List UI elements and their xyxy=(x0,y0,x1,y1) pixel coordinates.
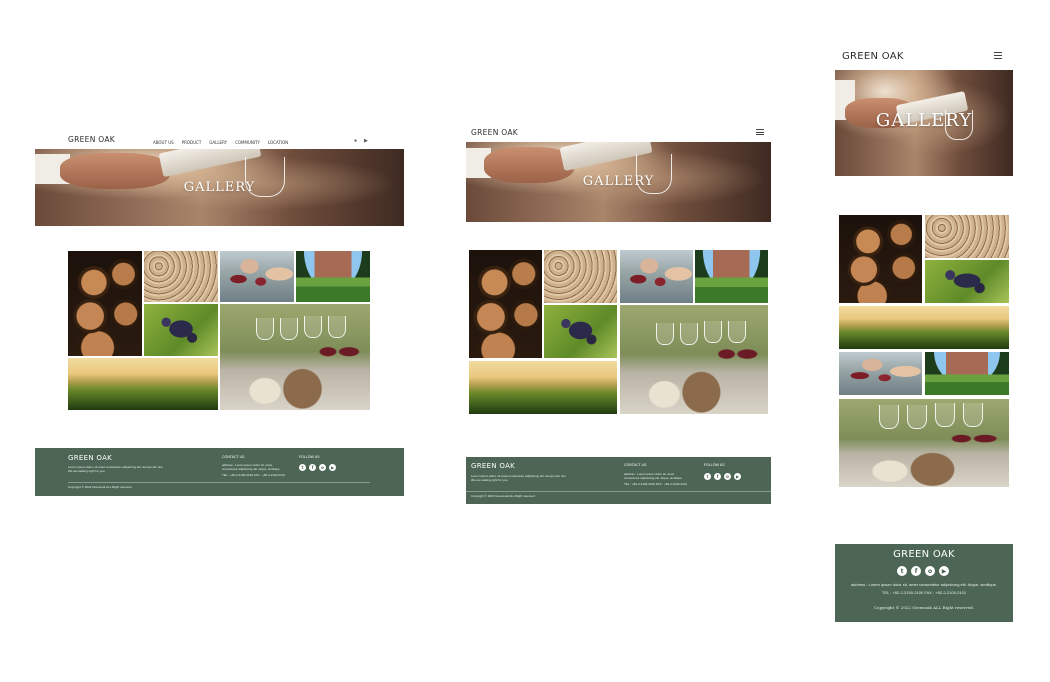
gallery-image-corks[interactable] xyxy=(144,251,218,302)
mobile-mockup: GREEN OAK GALLERY GREEN OAK t f o ▶ addr… xyxy=(835,44,1013,624)
gallery-image-people-toasting[interactable] xyxy=(839,352,922,395)
instagram-icon[interactable]: o xyxy=(319,464,326,471)
youtube-icon[interactable]: ▶ xyxy=(734,473,741,480)
contact-address-line2: consectetur adipisicing elit. Atque, sim… xyxy=(222,467,281,471)
brand-logo[interactable]: GREEN OAK xyxy=(68,135,115,144)
desktop-mockup: GREEN OAK ABOUT US PRODUCT GALLERY COMMU… xyxy=(35,128,404,498)
youtube-icon[interactable]: ▶ xyxy=(939,566,949,576)
contact-address-line2: consectetur adipisicing elit. Atque, sim… xyxy=(624,476,683,480)
brand-logo[interactable]: GREEN OAK xyxy=(842,51,904,62)
gallery-image-grapes[interactable] xyxy=(144,304,218,356)
main-nav: ABOUT US PRODUCT GALLERY COMMUNITY LOCAT… xyxy=(153,140,288,145)
footer-copyright: Copyright © 2022 Greenoak ALL Right rese… xyxy=(68,485,132,489)
hero-banner: GALLERY xyxy=(35,149,404,226)
footer-tagline: We are waiting right for you. xyxy=(471,478,509,482)
gallery-image-winery[interactable] xyxy=(695,250,768,303)
gallery-image-wine-tasting[interactable] xyxy=(220,304,370,410)
site-footer: GREEN OAK Lorem ipsum dolor, sit amet co… xyxy=(466,457,771,504)
site-footer: GREEN OAK Lorem ipsum dolor, sit amet co… xyxy=(35,448,404,496)
gallery-image-winery[interactable] xyxy=(296,251,370,302)
hero-banner: GALLERY xyxy=(466,142,771,222)
instagram-icon[interactable]: o xyxy=(724,473,731,480)
hero-title: GALLERY xyxy=(875,110,973,131)
brand-logo[interactable]: GREEN OAK xyxy=(471,128,518,137)
gallery-image-barrels[interactable] xyxy=(839,215,922,303)
footer-brand: GREEN OAK xyxy=(68,454,113,462)
gallery-image-vineyard[interactable] xyxy=(469,361,617,414)
tablet-mockup: GREEN OAK GALLERY GREEN OAK Lorem ipsum … xyxy=(466,124,771,506)
contact-heading: CONTACT US xyxy=(624,463,647,467)
twitter-icon[interactable]: t xyxy=(299,464,306,471)
youtube-icon[interactable]: ▶ xyxy=(364,138,368,144)
footer-divider xyxy=(68,482,370,483)
gallery-image-barrels[interactable] xyxy=(469,250,542,358)
social-links: t f o ▶ xyxy=(299,464,336,471)
twitter-icon[interactable]: t xyxy=(897,566,907,576)
contact-heading: CONTACT US xyxy=(222,455,245,459)
footer-brand: GREEN OAK xyxy=(893,549,955,560)
nav-location[interactable]: LOCATION xyxy=(268,140,288,145)
gallery-image-corks[interactable] xyxy=(544,250,617,303)
footer-copyright: Copyright © 2022 Greenoak ALL Right rese… xyxy=(874,605,974,610)
nav-product[interactable]: PRODUCT xyxy=(182,140,202,145)
footer-brand: GREEN OAK xyxy=(471,462,516,470)
user-icon[interactable]: ● xyxy=(354,138,357,144)
follow-heading: FOLLOW US xyxy=(299,455,320,459)
gallery-image-people-toasting[interactable] xyxy=(620,250,693,303)
facebook-icon[interactable]: f xyxy=(911,566,921,576)
nav-community[interactable]: COMMUNITY xyxy=(235,140,260,145)
facebook-icon[interactable]: f xyxy=(714,473,721,480)
contact-phone: TEL : +82-2-2100-2100 FAX : +82-2-2100-2… xyxy=(222,473,286,477)
hero-title: GALLERY xyxy=(582,174,655,189)
footer-tagline: We are waiting right for you. xyxy=(68,469,106,473)
nav-about-us[interactable]: ABOUT US xyxy=(153,140,174,145)
hero-title: GALLERY xyxy=(183,180,256,195)
gallery-image-vineyard[interactable] xyxy=(839,306,1009,349)
gallery-image-people-toasting[interactable] xyxy=(220,251,294,302)
contact-phone: TEL : +82-2-2100-2100 FAX : +82-2-2100-2… xyxy=(624,482,688,486)
gallery-image-winery[interactable] xyxy=(925,352,1009,395)
gallery-image-corks[interactable] xyxy=(925,215,1009,258)
hamburger-menu-icon[interactable] xyxy=(756,129,764,135)
follow-heading: FOLLOW US xyxy=(704,463,725,467)
contact-phone: TEL : +82-2-2100-2100 FAX : +82-2-2100-2… xyxy=(881,590,967,595)
twitter-icon[interactable]: t xyxy=(704,473,711,480)
social-links: t f o ▶ xyxy=(897,566,949,576)
contact-address: address : Lorem ipsum dolor sit, amet co… xyxy=(850,582,998,587)
facebook-icon[interactable]: f xyxy=(309,464,316,471)
hamburger-menu-icon[interactable] xyxy=(994,52,1002,59)
social-links: t f o ▶ xyxy=(704,473,741,480)
footer-copyright: Copyright © 2022 Greenoak ALL Right rese… xyxy=(471,494,535,498)
gallery-image-grapes[interactable] xyxy=(925,260,1009,303)
gallery-image-grapes[interactable] xyxy=(544,305,617,358)
gallery-image-barrels[interactable] xyxy=(68,251,142,356)
footer-divider xyxy=(466,491,771,492)
instagram-icon[interactable]: o xyxy=(925,566,935,576)
hero-banner: GALLERY xyxy=(835,70,1013,176)
gallery-image-vineyard[interactable] xyxy=(68,358,218,410)
gallery-image-wine-tasting[interactable] xyxy=(839,399,1009,487)
site-footer: GREEN OAK t f o ▶ address : Lorem ipsum … xyxy=(835,544,1013,622)
gallery-image-wine-tasting[interactable] xyxy=(620,305,768,414)
nav-gallery[interactable]: GALLERY xyxy=(209,140,227,145)
youtube-icon[interactable]: ▶ xyxy=(329,464,336,471)
